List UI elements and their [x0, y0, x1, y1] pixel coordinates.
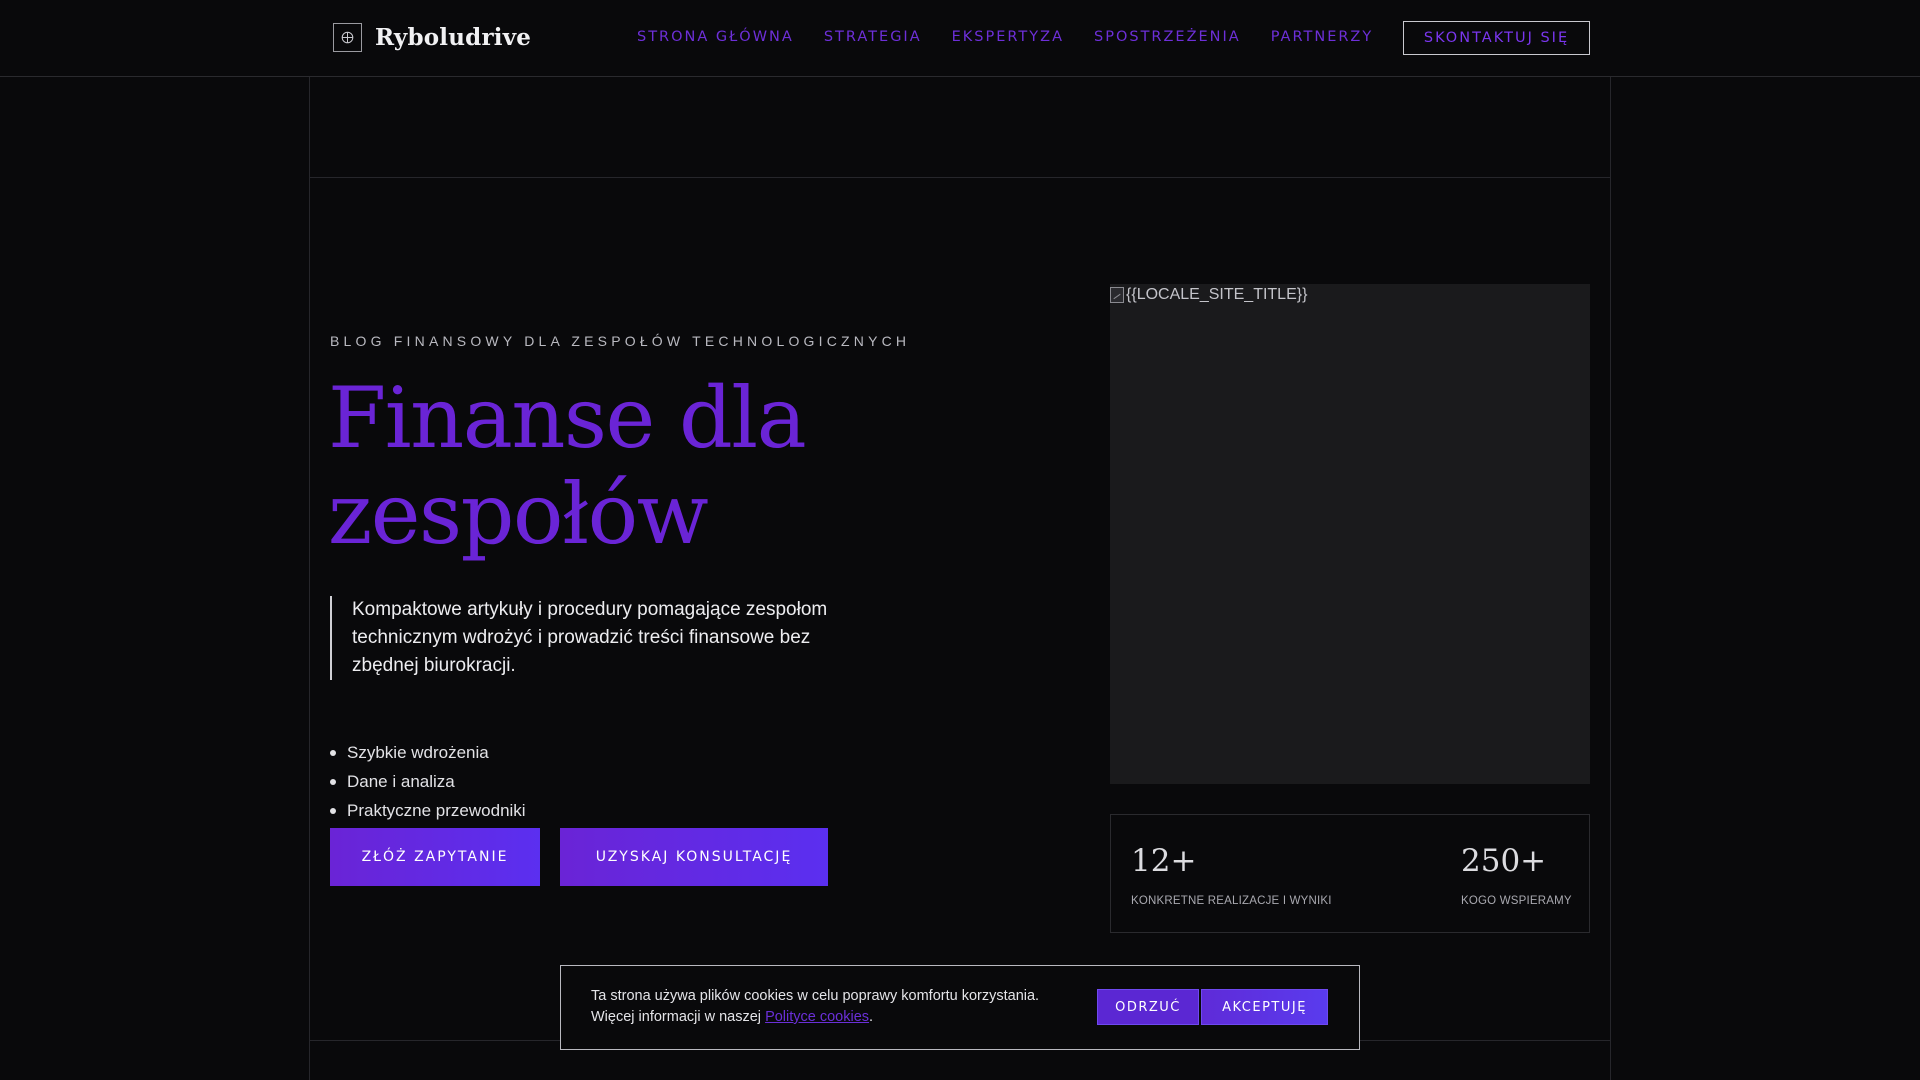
- cookie-text-line1: Ta strona używa plików cookies w celu po…: [591, 988, 1040, 1004]
- globe-icon: [333, 22, 362, 52]
- bullet-icon: [330, 807, 336, 814]
- nav-item-partners[interactable]: PARTNERZY: [1271, 29, 1374, 45]
- feature-list: Szybkie wdrożenia Dane i analiza Praktyc…: [330, 738, 526, 825]
- frame-divider-top: [309, 177, 1611, 178]
- feature-label: Praktyczne przewodniki: [347, 801, 526, 820]
- image-alt-text: {{LOCALE_SITE_TITLE}}: [1126, 286, 1308, 303]
- cookie-text-line2: Więcej informacji w naszej: [591, 1009, 766, 1025]
- hero-title-line1: Finanse dla: [328, 369, 807, 467]
- frame-line-right: [1610, 77, 1611, 1080]
- cookie-accept-button[interactable]: AKCEPTUJĘ: [1201, 989, 1328, 1025]
- hero-lead: Kompaktowe artykuły i procedury pomagają…: [330, 596, 830, 680]
- list-item: Szybkie wdrożenia: [330, 738, 526, 767]
- cookie-policy-link[interactable]: Polityce cookies: [765, 1009, 869, 1025]
- cookie-text-suffix: .: [869, 1009, 874, 1025]
- cookie-banner: Ta strona używa plików cookies w celu po…: [560, 965, 1360, 1050]
- nav-item-insights[interactable]: SPOSTRZEŻENIA: [1094, 29, 1241, 45]
- nav-item-expertise[interactable]: EKSPERTYZA: [952, 29, 1064, 45]
- stats-panel: 12+ KONKRETNE REALIZACJE I WYNIKI 250+ K…: [1110, 814, 1590, 933]
- feature-label: Dane i analiza: [347, 772, 455, 791]
- site-header: Ryboludrive STRONA GŁÓWNA STRATEGIA EKSP…: [0, 0, 1920, 77]
- stat-value-projects: 12+: [1131, 843, 1197, 879]
- hero-image: {{LOCALE_SITE_TITLE}}: [1110, 284, 1590, 784]
- stat-label-supported: KOGO WSPIERAMY: [1461, 895, 1572, 907]
- nav-item-strategy[interactable]: STRATEGIA: [824, 29, 922, 45]
- cookie-message: Ta strona używa plików cookies w celu po…: [591, 986, 1091, 1028]
- hero-eyebrow: BLOG FINANSOWY DLA ZESPOŁÓW TECHNOLOGICZ…: [330, 333, 911, 349]
- feature-label: Szybkie wdrożenia: [347, 743, 489, 762]
- frame-line-left: [309, 77, 310, 1080]
- list-item: Praktyczne przewodniki: [330, 796, 526, 825]
- main-nav: STRONA GŁÓWNA STRATEGIA EKSPERTYZA SPOST…: [637, 29, 1373, 45]
- submit-inquiry-button[interactable]: ZŁÓŻ ZAPYTANIE: [330, 828, 540, 886]
- contact-button[interactable]: SKONTAKTUJ SIĘ: [1403, 21, 1590, 55]
- hero-title: Finanse dla zespołów: [328, 370, 928, 562]
- hero-image-alt: {{LOCALE_SITE_TITLE}}: [1110, 286, 1307, 304]
- hero-title-line2: zespołów: [328, 465, 709, 563]
- get-consultation-button[interactable]: UZYSKAJ KONSULTACJĘ: [560, 828, 828, 886]
- bullet-icon: [330, 749, 336, 756]
- nav-item-home[interactable]: STRONA GŁÓWNA: [637, 29, 794, 45]
- stat-value-supported: 250+: [1461, 843, 1547, 879]
- brand-name: Ryboludrive: [375, 23, 532, 51]
- logo-link[interactable]: Ryboludrive: [333, 22, 531, 52]
- list-item: Dane i analiza: [330, 767, 526, 796]
- stat-label-projects: KONKRETNE REALIZACJE I WYNIKI: [1131, 895, 1332, 907]
- cookie-reject-button[interactable]: ODRZUĆ: [1097, 989, 1199, 1025]
- broken-image-icon: [1110, 287, 1124, 303]
- bullet-icon: [330, 778, 336, 785]
